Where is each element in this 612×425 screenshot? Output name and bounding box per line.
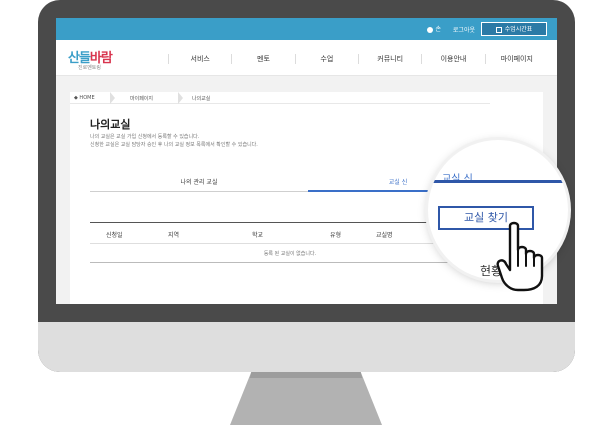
nav-item-service[interactable]: 서비스 [168,54,231,64]
calendar-icon [495,26,502,33]
user-name: 손 [435,26,441,33]
header: 산들바람 진로멘토링 서비스 멘토 수업 커뮤니티 이용안내 마이페이지 [56,40,557,76]
logout-link[interactable]: 로그아웃 [453,25,475,34]
stage: 손 로그아웃 수업시간표 산들바람 진로멘토링 서비스 멘토 수업 커뮤니티 이… [0,0,612,425]
breadcrumb-mypage[interactable]: 마이페이지 [130,95,153,102]
nav-item-mentor[interactable]: 멘토 [231,54,294,64]
page-title: 나의교실 [90,118,131,131]
nav-item-class[interactable]: 수업 [294,54,358,64]
monitor-stand [230,372,382,425]
monitor-stand-shadow [249,372,363,378]
logo-subtitle: 진로멘토링 [78,65,102,71]
pointer-hand-icon [496,221,544,292]
col-type: 유형 [330,232,342,239]
tab-managed-class[interactable]: 나의 관리 교실 [90,176,308,192]
top-bar: 손 로그아웃 수업시간표 [56,18,557,40]
nav-item-mypage[interactable]: 마이페이지 [484,54,548,64]
monitor-chin [38,322,575,372]
breadcrumb: ◆ HOME 마이페이지 나의교실 [70,92,490,104]
col-region: 지역 [168,232,180,239]
user-icon [427,26,434,33]
col-class-name: 교실명 [376,232,393,239]
col-apply-date: 신청일 [106,232,123,239]
schedule-label: 수업시간표 [504,26,533,33]
breadcrumb-current: 나의교실 [192,96,211,102]
page-description-1: 나의 교실은 교실 가입 신청에서 등록할 수 있습니다. [90,134,200,140]
breadcrumb-separator-icon [178,92,183,104]
magnified-tab-underline [428,180,568,183]
user-menu[interactable]: 손 [427,24,441,33]
breadcrumb-separator-icon [110,92,115,104]
table-empty-message: 등록 된 교실이 없습니다. [90,245,490,263]
nav-item-community[interactable]: 커뮤니티 [357,54,421,64]
col-school: 학교 [252,232,264,239]
main-nav: 서비스 멘토 수업 커뮤니티 이용안내 마이페이지 [168,54,548,64]
page-description-2: 신청한 교실은 교실 담당자 승인 후 나의 교실 정보 목록에서 확인할 수 … [90,142,258,148]
magnified-tab[interactable]: 교실 신 [428,170,568,186]
schedule-button[interactable]: 수업시간표 [481,22,547,36]
breadcrumb-home[interactable]: ◆ HOME [74,95,95,101]
nav-item-guide[interactable]: 이용안내 [421,54,484,64]
